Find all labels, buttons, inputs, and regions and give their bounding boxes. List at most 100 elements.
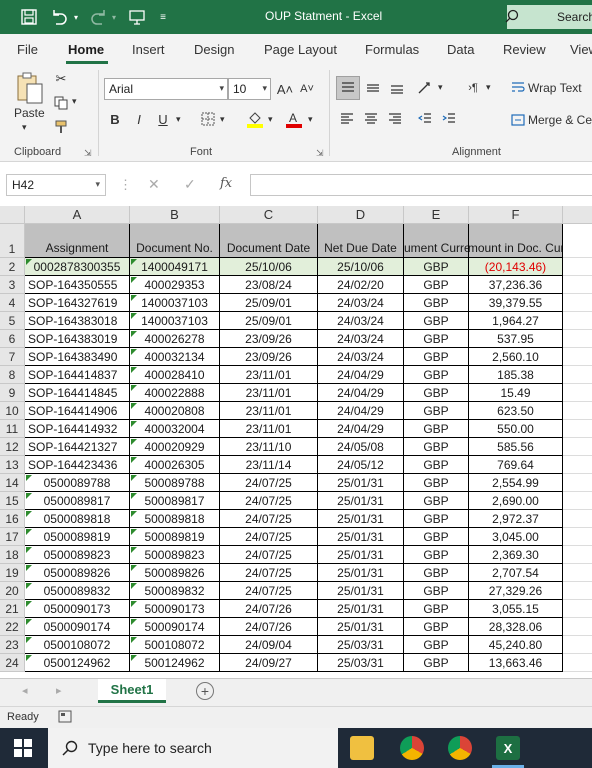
table-cell[interactable]: 25/01/31: [318, 582, 404, 600]
table-cell[interactable]: 2,972.37: [469, 510, 563, 528]
table-cell[interactable]: 0500089788: [25, 474, 130, 492]
table-cell[interactable]: GBP: [404, 276, 469, 294]
scroll-left-icon[interactable]: ◂: [22, 684, 28, 697]
table-cell[interactable]: 400029353: [130, 276, 220, 294]
align-top-icon[interactable]: [336, 76, 360, 100]
table-cell[interactable]: 550.00: [469, 420, 563, 438]
undo-icon[interactable]: [48, 6, 70, 28]
align-left-icon[interactable]: [336, 108, 358, 130]
row-header[interactable]: 8: [0, 366, 25, 384]
table-cell[interactable]: 23/11/01: [220, 384, 318, 402]
table-cell[interactable]: 15.49: [469, 384, 563, 402]
table-cell[interactable]: 185.38: [469, 366, 563, 384]
row-header[interactable]: 14: [0, 474, 25, 492]
column-header-e[interactable]: E: [404, 206, 469, 224]
table-cell[interactable]: 1400049171: [130, 258, 220, 276]
table-cell[interactable]: 24/05/08: [318, 438, 404, 456]
empty-cell[interactable]: [563, 366, 592, 384]
column-title[interactable]: Document No.: [130, 224, 220, 258]
row-header[interactable]: 21: [0, 600, 25, 618]
enter-icon[interactable]: ✓: [184, 176, 196, 193]
table-cell[interactable]: GBP: [404, 510, 469, 528]
table-cell[interactable]: GBP: [404, 384, 469, 402]
table-cell[interactable]: 25/03/31: [318, 654, 404, 672]
align-center-icon[interactable]: [360, 108, 382, 130]
column-header-c[interactable]: C: [220, 206, 318, 224]
table-cell[interactable]: 25/10/06: [318, 258, 404, 276]
row-header[interactable]: 1: [0, 224, 25, 258]
macro-record-icon[interactable]: [58, 710, 72, 726]
table-cell[interactable]: GBP: [404, 654, 469, 672]
empty-cell[interactable]: [563, 456, 592, 474]
insert-function-button[interactable]: fx: [220, 176, 232, 191]
table-cell[interactable]: 24/07/25: [220, 546, 318, 564]
search-box[interactable]: Search: [505, 5, 592, 29]
fill-color-dropdown-icon[interactable]: ▾: [268, 114, 273, 125]
table-cell[interactable]: 23/08/24: [220, 276, 318, 294]
table-cell[interactable]: 500089819: [130, 528, 220, 546]
row-header[interactable]: 11: [0, 420, 25, 438]
column-header-f[interactable]: F: [469, 206, 563, 224]
row-header[interactable]: 12: [0, 438, 25, 456]
table-cell[interactable]: 23/11/14: [220, 456, 318, 474]
orientation-icon[interactable]: [414, 76, 436, 100]
empty-cell[interactable]: [563, 312, 592, 330]
empty-cell[interactable]: [563, 600, 592, 618]
table-cell[interactable]: 0500089818: [25, 510, 130, 528]
underline-button[interactable]: U: [154, 108, 172, 130]
table-cell[interactable]: 24/04/29: [318, 366, 404, 384]
align-bottom-icon[interactable]: [386, 76, 408, 100]
empty-cell[interactable]: [563, 402, 592, 420]
row-header[interactable]: 13: [0, 456, 25, 474]
tab-insert[interactable]: Insert: [132, 42, 165, 57]
table-cell[interactable]: 0500089819: [25, 528, 130, 546]
table-cell[interactable]: 24/04/29: [318, 384, 404, 402]
empty-cell[interactable]: [563, 546, 592, 564]
tab-home[interactable]: Home: [68, 42, 104, 57]
table-cell[interactable]: 24/05/12: [318, 456, 404, 474]
table-cell[interactable]: 500089788: [130, 474, 220, 492]
table-cell[interactable]: GBP: [404, 438, 469, 456]
tab-page-layout[interactable]: Page Layout: [264, 42, 337, 57]
table-cell[interactable]: 45,240.80: [469, 636, 563, 654]
table-cell[interactable]: GBP: [404, 528, 469, 546]
column-header-a[interactable]: A: [25, 206, 130, 224]
table-cell[interactable]: 24/04/29: [318, 420, 404, 438]
table-cell[interactable]: 2,690.00: [469, 492, 563, 510]
column-header-b[interactable]: B: [130, 206, 220, 224]
tab-data[interactable]: Data: [447, 42, 474, 57]
table-cell[interactable]: 500089817: [130, 492, 220, 510]
table-cell[interactable]: 25/09/01: [220, 294, 318, 312]
borders-icon[interactable]: [198, 108, 218, 130]
table-cell[interactable]: 537.95: [469, 330, 563, 348]
tab-formulas[interactable]: Formulas: [365, 42, 419, 57]
table-cell[interactable]: GBP: [404, 348, 469, 366]
align-right-icon[interactable]: [384, 108, 406, 130]
select-all-corner[interactable]: [0, 206, 25, 224]
table-cell[interactable]: GBP: [404, 546, 469, 564]
row-header[interactable]: 24: [0, 654, 25, 672]
bold-button[interactable]: B: [106, 108, 124, 130]
table-cell[interactable]: 24/07/25: [220, 564, 318, 582]
table-cell[interactable]: GBP: [404, 600, 469, 618]
table-cell[interactable]: SOP-164350555: [25, 276, 130, 294]
wrap-text-icon[interactable]: [510, 78, 526, 98]
windows-start-icon[interactable]: [14, 739, 32, 760]
empty-cell[interactable]: [563, 654, 592, 672]
empty-cell[interactable]: [563, 492, 592, 510]
table-cell[interactable]: 0002878300355: [25, 258, 130, 276]
table-cell[interactable]: 25/10/06: [220, 258, 318, 276]
table-cell[interactable]: 400032134: [130, 348, 220, 366]
empty-cell[interactable]: [563, 582, 592, 600]
column-header-g[interactable]: [563, 206, 592, 224]
column-header-d[interactable]: D: [318, 206, 404, 224]
chrome-profile-icon[interactable]: [448, 736, 472, 760]
table-cell[interactable]: 25/01/31: [318, 474, 404, 492]
wrap-text-button[interactable]: Wrap Text: [528, 81, 582, 95]
table-cell[interactable]: SOP-164414932: [25, 420, 130, 438]
paste-dropdown-icon[interactable]: ▾: [22, 122, 27, 133]
redo-icon[interactable]: [88, 6, 110, 28]
table-cell[interactable]: GBP: [404, 618, 469, 636]
row-header[interactable]: 6: [0, 330, 25, 348]
column-title[interactable]: Assignment: [25, 224, 130, 258]
